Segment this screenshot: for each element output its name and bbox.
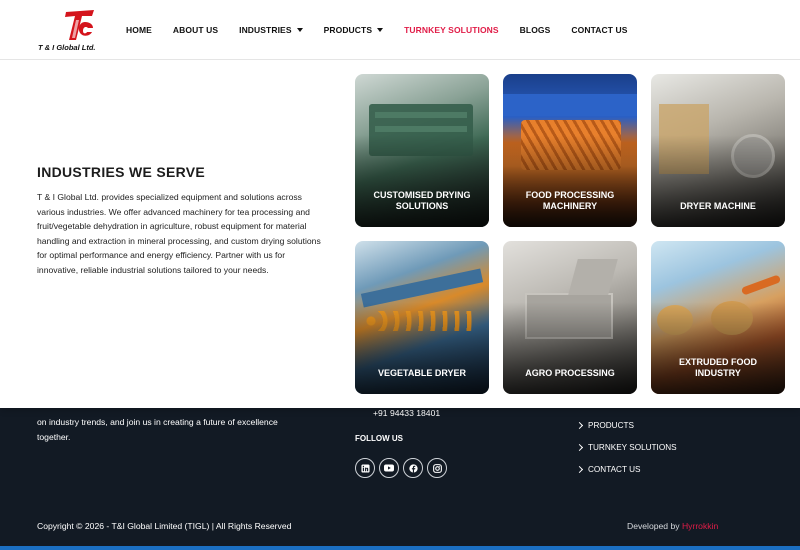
machine-illustration [375,112,467,118]
nav-blogs-label: BLOGS [519,25,551,35]
main-nav: HOME ABOUT US INDUSTRIES PRODUCTS TURNKE… [126,0,649,60]
footer-link-products[interactable]: PRODUCTS [575,414,677,436]
industries-description: T & I Global Ltd. provides specialized e… [37,192,321,275]
industry-card-extruded-food[interactable]: EXTRUDED FOOD INDUSTRY [651,241,785,394]
instagram-icon[interactable] [427,458,447,478]
footer-links: PRODUCTS TURNKEY SOLUTIONS CONTACT US [575,414,677,480]
card-shade [355,135,489,227]
industry-card-agro-processing[interactable]: AGRO PROCESSING [503,241,637,394]
carrot-illustration [740,274,782,296]
nav-industries-label: INDUSTRIES [239,25,292,35]
industry-card-customised-drying[interactable]: CUSTOMISED DRYING SOLUTIONS [355,74,489,227]
chevron-right-icon [575,443,584,451]
site-footer: on industry trends, and join us in creat… [0,408,800,550]
facebook-glyph [408,463,418,473]
card-label: DRYER MACHINE [680,201,756,211]
developed-by-label: Developed by [627,521,680,531]
chevron-right-icon [575,465,584,473]
facebook-icon[interactable] [403,458,423,478]
nav-contact-label: CONTACT US [571,25,628,35]
nav-home-label: HOME [126,25,152,35]
developer-link[interactable]: Hyrrokkin [682,521,718,531]
nav-products-label: PRODUCTS [323,25,373,35]
card-label: CUSTOMISED DRYING SOLUTIONS [373,190,471,211]
instagram-glyph [432,463,442,473]
site-header: T & I Global Ltd. HOME ABOUT US INDUSTRI… [0,0,800,60]
nav-turnkey-label: TURNKEY SOLUTIONS [404,25,499,35]
industry-card-vegetable-dryer[interactable]: VEGETABLE DRYER [355,241,489,394]
card-shade [651,302,785,394]
follow-us-heading: FOLLOW US [355,434,403,443]
site-logo[interactable]: T & I Global Ltd. [38,8,108,54]
machine-illustration [375,126,467,132]
youtube-icon[interactable] [379,458,399,478]
footer-link-label: TURNKEY SOLUTIONS [588,442,677,452]
card-shade [355,302,489,394]
nav-home[interactable]: HOME [126,25,152,35]
chevron-right-icon [575,421,584,429]
machine-illustration [568,259,618,295]
footer-about-text: on industry trends, and join us in creat… [37,417,278,442]
card-shade [651,135,785,227]
linkedin-icon[interactable] [355,458,375,478]
nav-blogs[interactable]: BLOGS [520,25,551,35]
copyright-text: Copyright © 2026 - T&I Global Limited (T… [37,521,292,531]
card-label: FOOD PROCESSING MACHINERY [525,190,615,211]
nav-contact-us[interactable]: CONTACT US [571,25,627,35]
caret-down-icon [377,28,384,32]
industry-card-dryer-machine[interactable]: DRYER MACHINE [651,74,785,227]
caret-down-icon [296,28,303,32]
bottom-accent-bar [0,546,800,550]
card-shade [503,302,637,394]
youtube-glyph [384,464,394,472]
card-label: AGRO PROCESSING [525,368,615,378]
nav-about-label: ABOUT US [172,25,219,35]
footer-link-turnkey-solutions[interactable]: TURNKEY SOLUTIONS [575,436,677,458]
nav-industries[interactable]: INDUSTRIES [239,25,303,35]
logo-mark-icon [65,10,94,40]
developer-credit: Developed by Hyrrokkin [627,521,718,531]
industry-card-food-processing[interactable]: FOOD PROCESSING MACHINERY [503,74,637,227]
card-label: VEGETABLE DRYER [377,368,466,378]
footer-link-label: CONTACT US [588,464,641,474]
nav-products[interactable]: PRODUCTS [324,25,384,35]
footer-link-label: PRODUCTS [588,420,634,430]
linkedin-glyph [360,463,370,473]
logo-text: T & I Global Ltd. [38,43,96,52]
nav-turnkey-solutions[interactable]: TURNKEY SOLUTIONS [404,25,499,35]
nav-about-us[interactable]: ABOUT US [173,25,218,35]
card-label: EXTRUDED FOOD INDUSTRY [678,357,757,378]
conveyor-illustration [503,94,637,116]
industries-title: INDUSTRIES WE SERVE [37,164,206,180]
card-shade [503,135,637,227]
footer-link-contact-us[interactable]: CONTACT US [575,458,677,480]
footer-phone[interactable]: +91 94433 18401 [373,408,440,418]
social-links [355,458,451,478]
